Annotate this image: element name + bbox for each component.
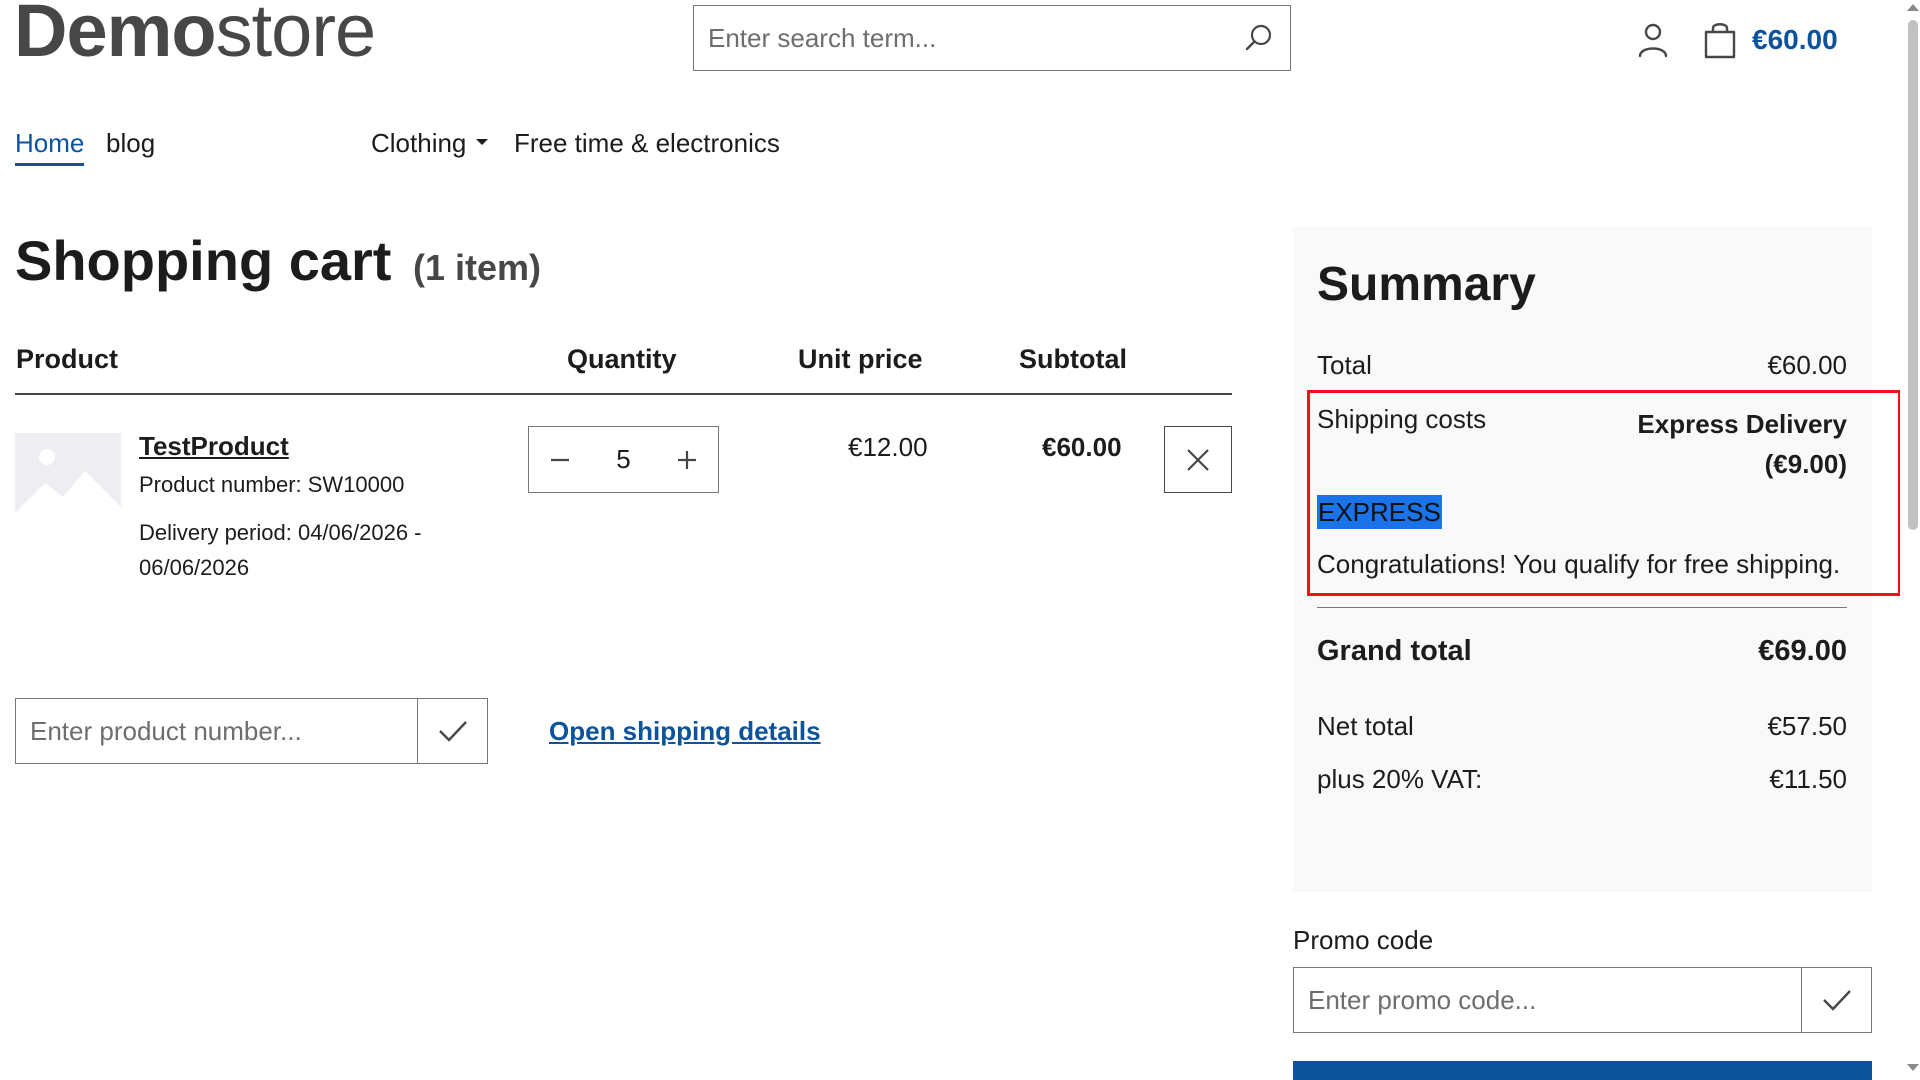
minus-icon xyxy=(551,458,569,461)
decrease-quantity-button[interactable] xyxy=(529,427,591,492)
caret-down-icon xyxy=(476,139,489,146)
cart-total-amount: €60.00 xyxy=(1752,24,1838,55)
product-image-placeholder[interactable] xyxy=(15,433,121,513)
page: Demostore €60.00 Home blog Clothing Free… xyxy=(0,0,1920,1080)
product-name-link[interactable]: TestProduct xyxy=(139,431,289,462)
store-logo[interactable]: Demostore xyxy=(14,0,376,68)
search-bar xyxy=(693,5,1291,71)
column-header-unit-price: Unit price xyxy=(798,344,923,374)
item-count: (1 item) xyxy=(413,247,542,288)
scroll-down-arrow-icon[interactable] xyxy=(1907,1064,1919,1071)
account-button[interactable] xyxy=(1633,20,1673,60)
summary-row-total: Total €60.00 xyxy=(1317,350,1847,381)
highlight-box xyxy=(1307,390,1901,596)
search-icon xyxy=(1245,24,1272,51)
summary-row-grand-total: Grand total €69.00 xyxy=(1317,635,1847,668)
shopping-bag-icon xyxy=(1704,23,1736,59)
open-shipping-details-link[interactable]: Open shipping details xyxy=(549,716,821,747)
apply-promo-button[interactable] xyxy=(1801,968,1871,1032)
logo-bold-text: Demo xyxy=(14,0,217,72)
add-product-form xyxy=(15,698,488,764)
checkmark-icon xyxy=(438,721,467,742)
summary-row-net-total: Net total €57.50 xyxy=(1317,711,1847,742)
vertical-scrollbar[interactable] xyxy=(1900,0,1920,1080)
quantity-stepper: 5 xyxy=(528,426,719,493)
table-divider xyxy=(15,393,1232,395)
net-total-value: €57.50 xyxy=(1767,711,1847,741)
summary-row-vat: plus 20% VAT: €11.50 xyxy=(1317,764,1847,795)
page-title-text: Shopping cart xyxy=(15,229,392,292)
promo-code-label: Promo code xyxy=(1293,925,1434,955)
column-header-quantity: Quantity xyxy=(567,344,677,374)
nav-item-home[interactable]: Home xyxy=(15,128,85,166)
promo-code-input[interactable] xyxy=(1294,968,1801,1032)
search-button[interactable] xyxy=(1228,6,1290,70)
nav-item-clothing[interactable]: Clothing xyxy=(371,128,489,159)
summary-panel: Summary Total €60.00 Shipping costs Expr… xyxy=(1293,227,1901,892)
image-placeholder-icon xyxy=(15,433,121,513)
cart-button[interactable]: €60.00 xyxy=(1702,16,1838,64)
scroll-up-arrow-icon[interactable] xyxy=(1907,4,1919,11)
checkout-button[interactable] xyxy=(1293,1061,1872,1080)
main-navigation: Home blog Clothing Free time & electroni… xyxy=(15,128,815,174)
search-input[interactable] xyxy=(694,6,1228,70)
logo-light-text: store xyxy=(215,0,377,72)
nav-item-free-time-electronics[interactable]: Free time & electronics xyxy=(514,128,780,159)
total-label: Total xyxy=(1317,350,1372,380)
plus-icon xyxy=(678,450,696,469)
increase-quantity-button[interactable] xyxy=(656,427,718,492)
summary-divider xyxy=(1317,607,1847,608)
summary-title: Summary xyxy=(1317,258,1536,311)
close-icon xyxy=(1187,448,1209,471)
delivery-period-line2: 06/06/2026 xyxy=(139,555,250,580)
quantity-value[interactable]: 5 xyxy=(591,444,656,475)
vat-label: plus 20% VAT: xyxy=(1317,764,1483,794)
nav-item-blog[interactable]: blog xyxy=(106,128,155,159)
grand-total-value: €69.00 xyxy=(1758,635,1847,667)
checkmark-icon xyxy=(1822,990,1851,1011)
delivery-period-line1: Delivery period: 04/06/2026 - xyxy=(139,520,422,545)
net-total-label: Net total xyxy=(1317,711,1414,741)
product-number-input[interactable] xyxy=(16,699,417,763)
total-value: €60.00 xyxy=(1767,350,1847,380)
page-title: Shopping cart (1 item) xyxy=(15,228,541,293)
subtotal-value: €60.00 xyxy=(1042,432,1122,462)
nav-item-clothing-label: Clothing xyxy=(371,128,467,158)
user-icon xyxy=(1638,23,1668,58)
grand-total-label: Grand total xyxy=(1317,635,1472,667)
scrollbar-thumb[interactable] xyxy=(1908,20,1918,530)
column-header-subtotal: Subtotal xyxy=(1019,344,1127,374)
product-number: Product number: SW10000 xyxy=(139,472,405,497)
vat-value: €11.50 xyxy=(1769,764,1847,794)
column-header-product: Product xyxy=(16,344,119,374)
remove-item-button[interactable] xyxy=(1164,426,1232,493)
add-product-button[interactable] xyxy=(417,699,487,763)
unit-price-value: €12.00 xyxy=(848,432,928,462)
promo-code-form xyxy=(1293,967,1872,1033)
